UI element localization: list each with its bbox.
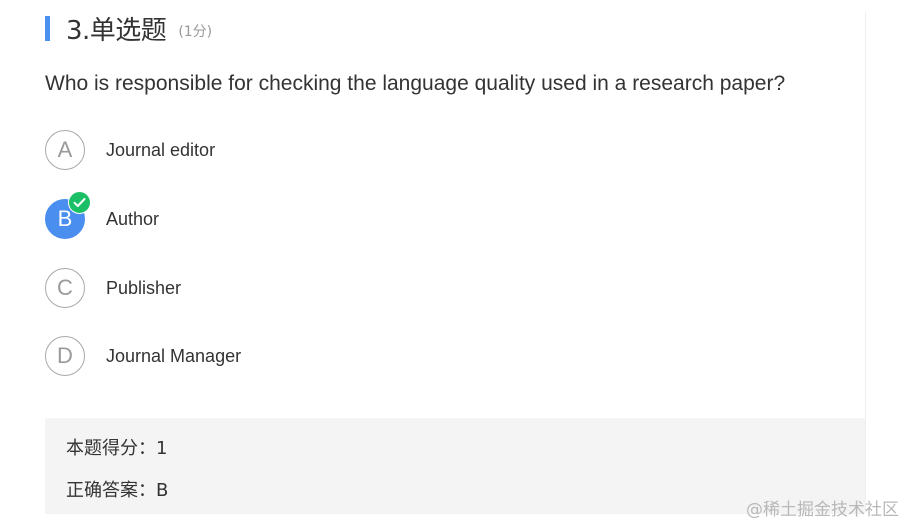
option-c-label: Publisher (106, 277, 182, 298)
option-d-circle[interactable]: D (45, 336, 85, 376)
option-b[interactable]: B Author (45, 191, 160, 240)
option-c[interactable]: C Publisher (45, 267, 181, 309)
option-a-letter: A (57, 137, 73, 162)
question-header: 3.单选题 (1分) (45, 10, 212, 46)
option-d-label: Journal Manager (106, 345, 242, 366)
option-a-circle[interactable]: A (45, 130, 85, 170)
result-panel: 本题得分：1 正确答案：B (45, 418, 865, 514)
score-text: 本题得分：1 (66, 438, 168, 459)
option-d[interactable]: D Journal Manager (45, 335, 241, 377)
option-a[interactable]: A Journal editor (45, 129, 215, 171)
option-b-circle[interactable]: B (45, 191, 91, 239)
title-marker (45, 15, 50, 41)
option-d-letter: D (57, 343, 73, 368)
quiz-page: 3.单选题 (1分) Who is responsible for checki… (0, 0, 905, 525)
option-c-letter: C (57, 275, 73, 300)
question-title: 3.单选题 (66, 15, 167, 46)
option-c-circle[interactable]: C (45, 268, 85, 308)
divider (865, 12, 866, 512)
check-icon (68, 191, 91, 214)
option-b-label: Author (106, 208, 160, 229)
question-points: (1分) (178, 24, 213, 40)
correct-answer-text: 正确答案：B (66, 480, 169, 501)
question-text: Who is responsible for checking the lang… (45, 72, 786, 95)
watermark: @稀土掘金技术社区 (746, 500, 899, 520)
option-a-label: Journal editor (106, 139, 216, 160)
